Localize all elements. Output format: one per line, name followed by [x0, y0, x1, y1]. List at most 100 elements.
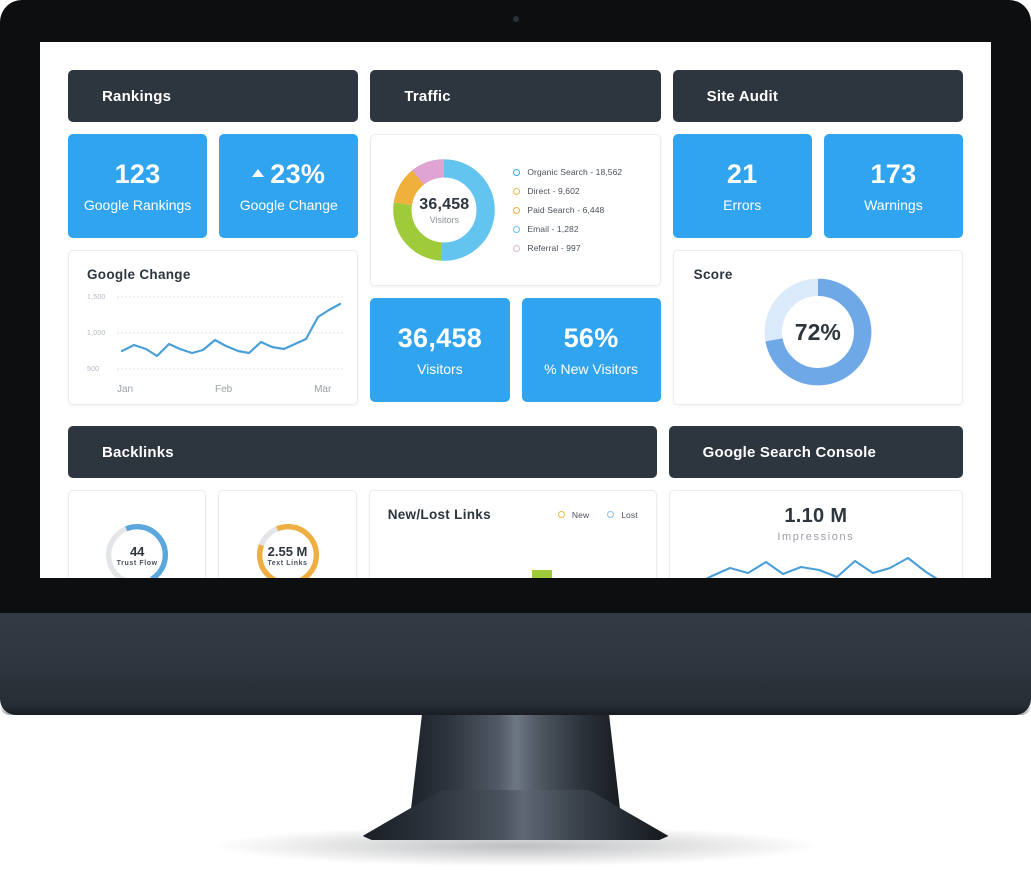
- gsc-sparkline: [705, 556, 938, 578]
- gsc-impressions-value: 1.10 M: [784, 505, 848, 527]
- webcam-icon: [512, 16, 519, 22]
- kpi-visitors-label: Visitors: [417, 361, 463, 377]
- kpi-google-change[interactable]: 23% Google Change: [219, 134, 359, 238]
- monitor-scene: Rankings 123 Google Rankings 23% Google …: [0, 0, 1031, 885]
- google-search-console-column: Google Search Console 1.10 M Impressions: [668, 426, 963, 578]
- section-header-rankings: Rankings: [68, 70, 359, 122]
- kpi-warnings-label: Warnings: [864, 197, 923, 213]
- section-header-site-audit: Site Audit: [672, 70, 963, 122]
- kpi-google-rankings[interactable]: 123 Google Rankings: [68, 134, 208, 238]
- kpi-google-change-label: Google Change: [239, 197, 338, 213]
- section-title-site-audit: Site Audit: [706, 87, 779, 105]
- bar-new-2: [531, 570, 552, 578]
- google-change-linechart: 1,500 1,000 500 Jan Feb Mar: [87, 290, 345, 395]
- google-change-x-axis: Jan Feb Mar: [87, 382, 339, 395]
- x-tick-feb: Feb: [214, 384, 233, 395]
- legend-label-referral: Referral - 997: [527, 243, 581, 253]
- legend-label-paid-search: Paid Search - 6,448: [527, 205, 605, 215]
- score-card-title: Score: [693, 267, 733, 282]
- section-title-gsc: Google Search Console: [702, 443, 877, 461]
- legend-item-email[interactable]: Email - 1,282: [513, 224, 641, 234]
- site-audit-kpi-row: 21 Errors 173 Warnings: [672, 134, 963, 238]
- legend-item-direct[interactable]: Direct - 9,602: [513, 186, 641, 196]
- legend-dot-icon: [557, 511, 565, 518]
- site-audit-column: Site Audit 21 Errors 173 Warnings Score …: [672, 70, 963, 414]
- legend-item-organic-search[interactable]: Organic Search - 18,562: [513, 167, 641, 177]
- google-change-chart-card: Google Change 1,500 1,000 500 Jan Feb Ma…: [68, 250, 359, 405]
- kpi-warnings[interactable]: 173 Warnings: [823, 134, 963, 238]
- y-tick-1000: 1,000: [87, 330, 106, 337]
- backlinks-cards-row: 44 Trust Flow 2.55 M Text Links New/Lost…: [68, 490, 657, 578]
- kpi-errors[interactable]: 21 Errors: [672, 134, 812, 238]
- kpi-visitors[interactable]: 36,458 Visitors: [370, 298, 510, 402]
- legend-dot-icon: [607, 511, 615, 518]
- legend-item-paid-search[interactable]: Paid Search - 6,448: [513, 205, 641, 215]
- legend-label-email: Email - 1,282: [527, 224, 579, 234]
- monitor-stand-foot: [362, 790, 669, 840]
- kpi-errors-label: Errors: [723, 197, 762, 213]
- legend-dot-icon: [513, 187, 521, 195]
- section-header-traffic: Traffic: [370, 70, 661, 122]
- legend-label-direct: Direct - 9,602: [527, 186, 580, 196]
- trust-flow-center: 44 Trust Flow: [102, 520, 172, 578]
- legend-item-lost[interactable]: Lost: [607, 509, 638, 520]
- text-links-center: 2.55 M Text Links: [253, 520, 323, 578]
- new-lost-links-legend: New Lost: [557, 509, 638, 520]
- trust-flow-donut: 44 Trust Flow: [102, 520, 172, 578]
- section-title-rankings: Rankings: [102, 87, 172, 105]
- traffic-sources-card: 36,458 Visitors Organic Search - 18,562: [370, 134, 661, 286]
- second-row: Backlinks 44 Trust Flow 2.55 M Text Link…: [68, 426, 963, 578]
- kpi-google-rankings-value: 123: [114, 159, 161, 189]
- legend-label-lost: Lost: [621, 509, 638, 520]
- text-links-value: 2.55 M: [267, 543, 308, 559]
- rankings-kpi-row: 123 Google Rankings 23% Google Change: [68, 134, 359, 238]
- kpi-new-visitors[interactable]: 56% % New Visitors: [521, 298, 661, 402]
- gsc-impressions-card: 1.10 M Impressions: [668, 490, 963, 578]
- google-change-svg: [117, 296, 345, 370]
- text-links-label: Text Links: [267, 559, 308, 567]
- legend-item-new[interactable]: New: [557, 509, 590, 520]
- monitor-chin: [0, 613, 1031, 715]
- text-links-donut: 2.55 M Text Links: [253, 520, 323, 578]
- section-header-backlinks: Backlinks: [68, 426, 657, 478]
- gsc-impressions-label: Impressions: [777, 531, 855, 543]
- y-tick-500: 500: [87, 366, 100, 373]
- new-lost-links-header: New/Lost Links New Lost: [388, 507, 638, 522]
- legend-item-referral[interactable]: Referral - 997: [513, 243, 641, 253]
- score-gauge: 72%: [759, 273, 877, 391]
- trust-flow-card[interactable]: 44 Trust Flow: [68, 490, 207, 578]
- rankings-column: Rankings 123 Google Rankings 23% Google …: [68, 70, 359, 414]
- traffic-kpi-row: 36,458 Visitors 56% % New Visitors: [370, 298, 661, 402]
- kpi-visitors-value: 36,458: [397, 323, 483, 353]
- legend-dot-icon: [513, 225, 521, 233]
- site-audit-score-card: Score 72%: [672, 250, 963, 405]
- new-lost-links-bar-chart: [531, 570, 552, 578]
- legend-dot-icon: [513, 168, 521, 176]
- traffic-legend: Organic Search - 18,562 Direct - 9,602 P…: [509, 167, 641, 253]
- x-tick-jan: Jan: [117, 384, 134, 395]
- backlinks-column: Backlinks 44 Trust Flow 2.55 M Text Link…: [68, 426, 657, 578]
- section-title-backlinks: Backlinks: [102, 443, 174, 461]
- kpi-google-rankings-label: Google Rankings: [83, 197, 192, 213]
- x-tick-mar: Mar: [314, 384, 332, 395]
- kpi-new-visitors-value: 56%: [563, 323, 619, 353]
- trust-flow-value: 44: [129, 543, 145, 559]
- kpi-warnings-value: 173: [870, 159, 917, 189]
- legend-dot-icon: [513, 206, 521, 214]
- google-change-chart-title: Google Change: [87, 267, 191, 282]
- new-lost-links-title: New/Lost Links: [387, 507, 491, 522]
- kpi-google-change-value-group: 23%: [252, 159, 325, 190]
- kpi-new-visitors-label: % New Visitors: [544, 361, 639, 377]
- legend-label-new: New: [571, 509, 590, 520]
- y-tick-1500: 1,500: [87, 294, 106, 301]
- traffic-donut-svg: [393, 159, 496, 261]
- kpi-errors-value: 21: [726, 159, 758, 189]
- new-lost-links-card: New/Lost Links New Lost: [368, 490, 657, 578]
- text-links-card[interactable]: 2.55 M Text Links: [218, 490, 357, 578]
- trend-up-icon: [252, 168, 265, 177]
- section-header-gsc: Google Search Console: [668, 426, 963, 478]
- legend-label-organic-search: Organic Search - 18,562: [527, 167, 623, 177]
- trust-flow-label: Trust Flow: [116, 559, 158, 567]
- section-title-traffic: Traffic: [404, 87, 451, 105]
- score-gauge-value: 72%: [794, 318, 841, 345]
